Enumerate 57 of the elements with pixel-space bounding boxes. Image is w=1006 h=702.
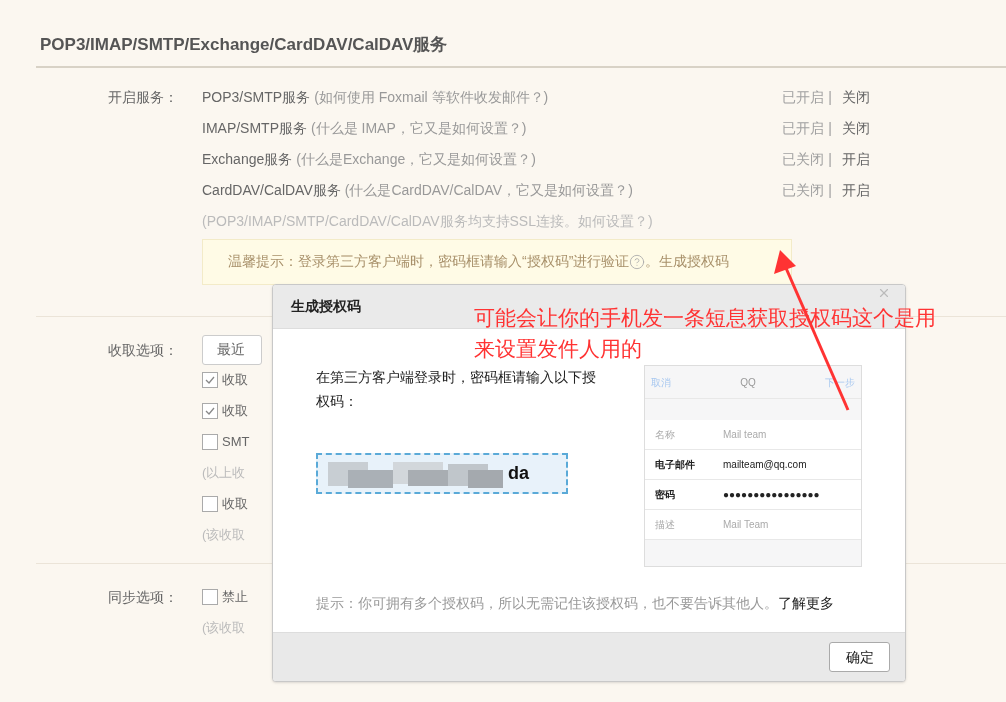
checkbox-label: 收取 bbox=[222, 495, 248, 514]
checkbox[interactable] bbox=[202, 372, 218, 388]
check-icon bbox=[204, 405, 216, 417]
instruction-text: 在第三方客户端登录时，密码框请输入以下授权码： bbox=[316, 368, 597, 411]
toggle-link[interactable]: 关闭 bbox=[842, 117, 902, 139]
separator-text: | bbox=[828, 87, 832, 107]
toggle-link[interactable]: 开启 bbox=[842, 179, 902, 201]
row-label: 收取选项： bbox=[108, 340, 178, 360]
field-label: 名称 bbox=[655, 428, 676, 442]
tip-suffix: 。 bbox=[645, 252, 660, 271]
help-icon[interactable] bbox=[629, 253, 646, 270]
field-label: 描述 bbox=[655, 518, 676, 532]
service-status: 已关闭 bbox=[782, 180, 825, 200]
dialog-title: 生成授权码 bbox=[291, 297, 361, 316]
service-status: 已关闭 bbox=[782, 149, 825, 169]
learn-more-link[interactable]: 了解更多 bbox=[778, 595, 834, 611]
checkbox[interactable] bbox=[202, 589, 218, 605]
note-text: (以上收 bbox=[202, 464, 246, 483]
checkbox[interactable] bbox=[202, 403, 218, 419]
checkbox-label: 收取 bbox=[222, 402, 248, 421]
confirm-button[interactable]: 确定 bbox=[829, 642, 890, 672]
code-text: da bbox=[508, 462, 529, 485]
service-name: Exchange服务 bbox=[202, 149, 293, 169]
toggle-link[interactable]: 关闭 bbox=[842, 86, 902, 108]
note-text: (该收取 bbox=[202, 526, 246, 545]
separator-text: | bbox=[828, 149, 832, 169]
checkbox[interactable] bbox=[202, 496, 218, 512]
field-value: Mail Team bbox=[723, 518, 769, 532]
toggle-link[interactable]: 开启 bbox=[842, 148, 902, 170]
check-icon bbox=[204, 374, 216, 386]
separator-text: | bbox=[828, 180, 832, 200]
service-name: IMAP/SMTP服务 bbox=[202, 118, 307, 138]
period-select[interactable]: 最近 bbox=[202, 334, 262, 365]
service-name: CardDAV/CalDAV服务 bbox=[202, 180, 341, 200]
row-label: 开启服务： bbox=[108, 87, 178, 107]
annotation-text: 来设置发件人用的 bbox=[474, 336, 642, 362]
ssl-note: (POP3/IMAP/SMTP/CardDAV/CalDAV服务均支持SSL连接。 bbox=[202, 211, 578, 231]
service-name: POP3/SMTP服务 bbox=[202, 87, 311, 107]
note-text: (该收取 bbox=[202, 619, 246, 638]
checkbox-label: SMT bbox=[222, 433, 250, 452]
row-label: 同步选项： bbox=[108, 587, 178, 607]
section-title: POP3/IMAP/SMTP/Exchange/CardDAV/CalDAV服务 bbox=[40, 35, 448, 54]
phone-title: QQ bbox=[739, 375, 757, 390]
tip-text: 温馨提示：登录第三方客户端时，密码框请输入“授权码”进行验证 bbox=[228, 252, 630, 271]
service-status: 已开启 bbox=[782, 118, 825, 138]
field-value: mailteam@qq.com bbox=[723, 458, 807, 472]
field-value: Mail team bbox=[723, 428, 767, 442]
separator-text: | bbox=[828, 118, 832, 138]
field-label: 密码 bbox=[655, 488, 676, 502]
service-status: 已开启 bbox=[782, 87, 825, 107]
field-label: 电子邮件 bbox=[655, 458, 696, 472]
checkbox-label: 禁止 bbox=[222, 588, 248, 607]
generate-code-link[interactable]: 生成授权码 bbox=[659, 251, 730, 272]
field-value: ●●●●●●●●●●●●●●●● bbox=[723, 488, 820, 502]
checkbox-label: 收取 bbox=[222, 371, 248, 390]
hint-text: 提示：你可拥有多个授权码，所以无需记住该授权码，也不要告诉其他人。 bbox=[316, 595, 778, 611]
checkbox[interactable] bbox=[202, 434, 218, 450]
